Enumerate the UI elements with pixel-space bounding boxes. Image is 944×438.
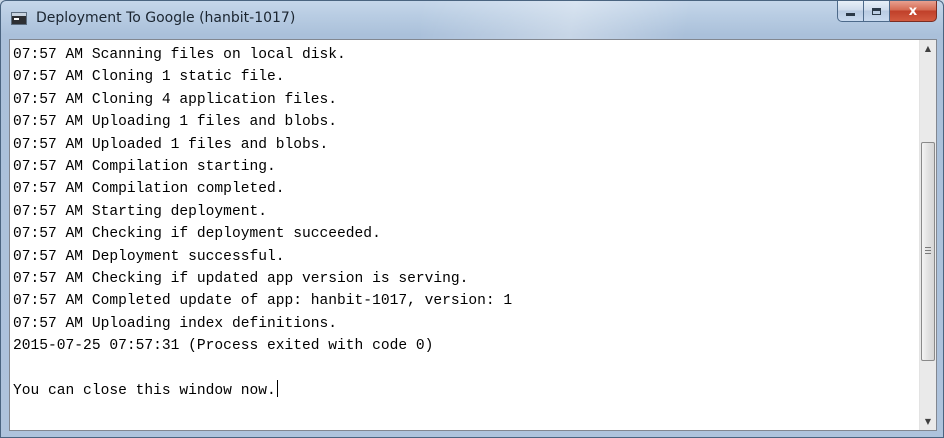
title-bar[interactable]: Deployment To Google (hanbit-1017) x xyxy=(1,1,943,39)
console-line: 07:57 AM Compilation completed. xyxy=(13,178,919,200)
console-line: You can close this window now. xyxy=(13,379,919,402)
console-app-icon[interactable] xyxy=(11,12,27,25)
window-title: Deployment To Google (hanbit-1017) xyxy=(36,10,296,26)
console-line-text: 07:57 AM Checking if deployment succeede… xyxy=(13,226,381,243)
console-line-text: 07:57 AM Scanning files on local disk. xyxy=(13,47,346,63)
console-line-text: You can close this window now. xyxy=(13,382,276,399)
console-line: 07:57 AM Cloning 1 static file. xyxy=(13,66,919,88)
scroll-up-arrow-icon[interactable]: ▲ xyxy=(920,40,936,57)
scroll-grip-icon xyxy=(925,246,931,254)
console-line-text: 07:57 AM Deployment successful. xyxy=(13,248,285,265)
maximize-icon xyxy=(872,7,881,15)
console-line: 07:57 AM Checking if deployment succeede… xyxy=(13,223,919,245)
vertical-scrollbar[interactable]: ▲ ▼ xyxy=(919,40,936,430)
console-line-text: 07:57 AM Checking if updated app version… xyxy=(13,270,469,287)
close-button[interactable]: x xyxy=(890,1,937,22)
console-line-text: 07:57 AM Completed update of app: hanbit… xyxy=(13,293,513,310)
console-client-area: 07:57 AM Scanning files on local disk. 07… xyxy=(9,39,937,431)
console-line: 07:57 AM Deployment successful. xyxy=(13,246,919,268)
deployment-window: Deployment To Google (hanbit-1017) x 07:… xyxy=(0,0,944,438)
minimize-icon xyxy=(846,13,855,16)
console-line-text: 07:57 AM Uploading 1 files and blobs. xyxy=(13,114,338,131)
console-line: 07:57 AM Cloning 4 application files. xyxy=(13,89,919,111)
console-line-text: 07:57 AM Cloning 1 static file. xyxy=(13,69,285,86)
console-line: 07:57 AM Scanning files on local disk. xyxy=(13,44,919,66)
maximize-button[interactable] xyxy=(864,1,890,22)
console-line: 07:57 AM Completed update of app: hanbit… xyxy=(13,290,919,312)
scroll-down-arrow-icon[interactable]: ▼ xyxy=(920,413,936,430)
console-line-text: 07:57 AM Cloning 4 application files. xyxy=(13,91,338,108)
console-line-text: 07:57 AM Starting deployment. xyxy=(13,203,267,220)
console-line-text: 2015-07-25 07:57:31 (Process exited with… xyxy=(13,338,434,355)
console-line: 07:57 AM Uploading 1 files and blobs. xyxy=(13,111,919,133)
console-line: 07:57 AM Checking if updated app version… xyxy=(13,268,919,290)
minimize-button[interactable] xyxy=(837,1,864,22)
scroll-thumb[interactable] xyxy=(921,141,935,361)
console-line-text: 07:57 AM Uploaded 1 files and blobs. xyxy=(13,136,329,153)
close-icon: x xyxy=(908,3,918,19)
console-line-text: 07:57 AM Compilation starting. xyxy=(13,158,276,175)
text-cursor xyxy=(276,379,278,397)
console-output[interactable]: 07:57 AM Scanning files on local disk. 07… xyxy=(10,40,919,430)
console-line: 2015-07-25 07:57:31 (Process exited with… xyxy=(13,335,919,357)
console-line-text: 07:57 AM Uploading index definitions. xyxy=(13,315,338,332)
console-line: 07:57 AM Starting deployment. xyxy=(13,201,919,223)
console-line: 07:57 AM Compilation starting. xyxy=(13,156,919,178)
console-line-text: 07:57 AM Compilation completed. xyxy=(13,181,285,198)
console-line: 07:57 AM Uploaded 1 files and blobs. xyxy=(13,134,919,156)
console-line: 07:57 AM Uploading index definitions. xyxy=(13,313,919,335)
caption-buttons: x xyxy=(837,1,937,23)
